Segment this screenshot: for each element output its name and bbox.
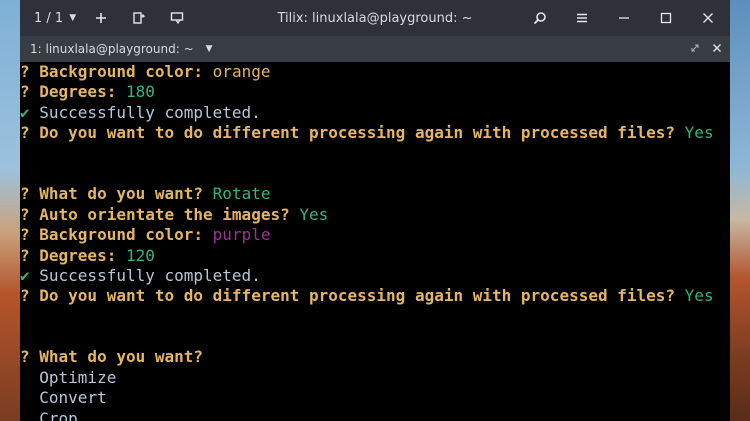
search-button[interactable]: [522, 5, 558, 31]
terminal-line: ? Do you want to do different processing…: [20, 123, 730, 143]
terminal-line: ? Do you want to do different processing…: [20, 286, 730, 306]
line-prefix: [20, 368, 39, 387]
expand-icon[interactable]: [690, 42, 700, 56]
prompt-answer: Yes: [684, 123, 714, 143]
line-prefix: ?: [20, 286, 40, 306]
maximize-button[interactable]: [648, 5, 684, 31]
terminal-line: ? Background color: orange: [20, 62, 730, 82]
session-switcher[interactable]: 1 / 1 ▼: [30, 5, 80, 31]
prompt-answer: Yes: [684, 286, 714, 306]
line-prefix: ?: [20, 62, 40, 81]
desktop-wallpaper-right: [730, 0, 750, 421]
maximize-icon: [660, 12, 672, 24]
status-message: Successfully completed.: [39, 102, 261, 122]
title-bar-left-controls: 1 / 1 ▼: [30, 0, 194, 36]
status-message: Successfully completed.: [39, 265, 261, 285]
line-prefix: ?: [20, 204, 40, 224]
session-count: 1 / 1: [34, 10, 64, 26]
prompt-answer: Yes: [299, 204, 329, 224]
line-prefix: ?: [20, 225, 40, 245]
terminal-tab[interactable]: 1: linuxlala@playground: ~ ▼: [30, 42, 213, 56]
menu-button[interactable]: [564, 5, 600, 31]
prompt-question: What do you want?: [39, 184, 204, 204]
prompt-answer: orange: [212, 62, 271, 81]
add-terminal-button[interactable]: [84, 5, 118, 31]
terminal-line: ? Background color: purple: [20, 225, 730, 245]
line-prefix: [20, 409, 39, 421]
terminal-output[interactable]: ? Background color: orange? Degrees: 180…: [20, 62, 730, 421]
prompt-question: Auto orientate the images?: [39, 204, 290, 224]
line-prefix: ✔: [20, 102, 40, 122]
terminal-tab-bar: 1: linuxlala@playground: ~ ▼: [20, 36, 730, 62]
prompt-answer: 120: [125, 245, 155, 265]
menu-option[interactable]: Optimize: [39, 368, 116, 387]
prompt-question: Do you want to do different processing a…: [39, 286, 676, 306]
title-bar-right-controls: [522, 0, 726, 36]
menu-option[interactable]: Crop: [39, 409, 78, 421]
prompt-answer: purple: [212, 225, 271, 245]
notification-icon: [170, 12, 184, 25]
close-button[interactable]: [690, 5, 726, 31]
terminal-line: Crop: [20, 409, 730, 421]
plus-icon: [96, 13, 107, 23]
line-prefix: ?: [20, 245, 40, 265]
terminal-line: ✔ Successfully completed.: [20, 103, 730, 123]
chevron-down-icon: ▼: [69, 13, 77, 23]
line-prefix: ?: [20, 184, 40, 204]
close-icon[interactable]: [712, 42, 722, 56]
prompt-question: What do you want?: [39, 347, 204, 367]
prompt-answer: Rotate: [212, 184, 271, 204]
terminal-window: 1 / 1 ▼ Tilix: linuxlala@playground: ~ 1…: [20, 0, 730, 421]
terminal-tab-label: 1: linuxlala@playground: ~: [30, 42, 194, 56]
terminal-line: ? Degrees: 120: [20, 246, 730, 266]
prompt-question: Background color:: [39, 225, 204, 245]
hamburger-menu-icon: [577, 13, 587, 23]
prompt-question: Degrees:: [39, 245, 117, 265]
prompt-question: Background color:: [39, 62, 204, 81]
line-prefix: [20, 388, 39, 407]
terminal-line: ? Degrees: 180: [20, 82, 730, 102]
line-prefix: ✔: [20, 265, 40, 285]
sidebar-toggle-button[interactable]: [122, 5, 156, 31]
menu-option[interactable]: Convert: [39, 388, 106, 407]
terminal-line: ? What do you want?: [20, 347, 730, 367]
line-prefix: ?: [20, 347, 40, 367]
search-icon: [533, 12, 546, 25]
close-icon: [703, 13, 713, 23]
minimize-button[interactable]: [606, 5, 642, 31]
terminal-line: ? What do you want? Rotate: [20, 184, 730, 204]
terminal-tab-controls: [690, 36, 722, 62]
terminal-line: ✔ Successfully completed.: [20, 266, 730, 286]
chevron-down-icon[interactable]: ▼: [206, 44, 213, 54]
prompt-question: Do you want to do different processing a…: [39, 123, 676, 143]
terminal-line: Optimize: [20, 368, 730, 388]
prompt-answer: 180: [125, 82, 155, 102]
notification-button[interactable]: [160, 5, 194, 31]
sidebar-toggle-icon: [133, 12, 146, 24]
terminal-line: ? Auto orientate the images? Yes: [20, 205, 730, 225]
line-prefix: ?: [20, 82, 40, 102]
desktop-wallpaper-left: [0, 0, 20, 421]
terminal-line: Convert: [20, 388, 730, 408]
minimize-icon: [619, 17, 629, 19]
prompt-question: Degrees:: [39, 82, 117, 102]
title-bar[interactable]: 1 / 1 ▼ Tilix: linuxlala@playground: ~: [20, 0, 730, 36]
line-prefix: ?: [20, 123, 40, 143]
